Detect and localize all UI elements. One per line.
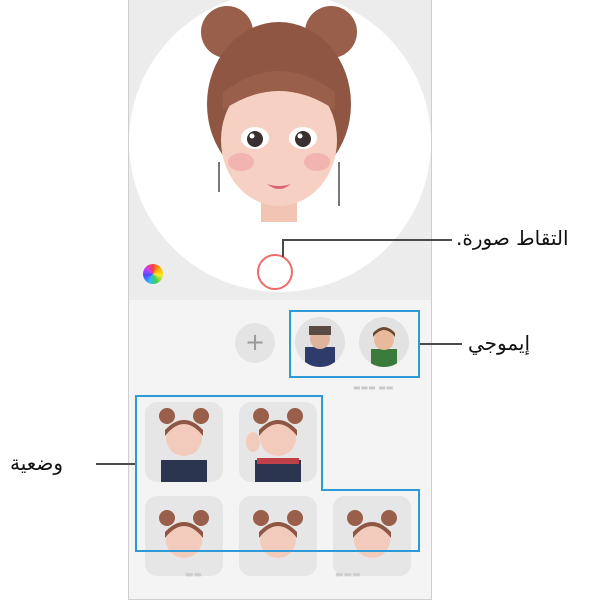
pose-label: وضعية	[10, 451, 64, 475]
capture-leader-drop	[282, 239, 284, 257]
pose-highlight-notch	[321, 395, 420, 491]
emoji-label: إيموجي	[468, 331, 531, 355]
plus-icon: +	[244, 328, 266, 356]
emoji-highlight-box	[289, 310, 420, 378]
capture-leader-line	[282, 239, 452, 241]
tab-faded-2[interactable]: ▬▬▬	[335, 570, 361, 580]
faded-caption: ▬▬▬ ▬▬	[353, 383, 394, 392]
avatar-preview-area	[129, 0, 431, 300]
capture-button[interactable]	[257, 254, 293, 290]
pose-leader-line	[96, 463, 135, 465]
emoji-leader-line	[420, 343, 462, 345]
avatar-face-image	[201, 6, 357, 222]
tab-faded-1[interactable]: ▬▬	[185, 570, 202, 580]
add-emoji-button[interactable]: +	[235, 323, 275, 363]
avatar-preview	[129, 0, 431, 292]
color-wheel-icon[interactable]	[143, 264, 163, 284]
capture-photo-label: التقاط صورة.	[456, 226, 569, 250]
